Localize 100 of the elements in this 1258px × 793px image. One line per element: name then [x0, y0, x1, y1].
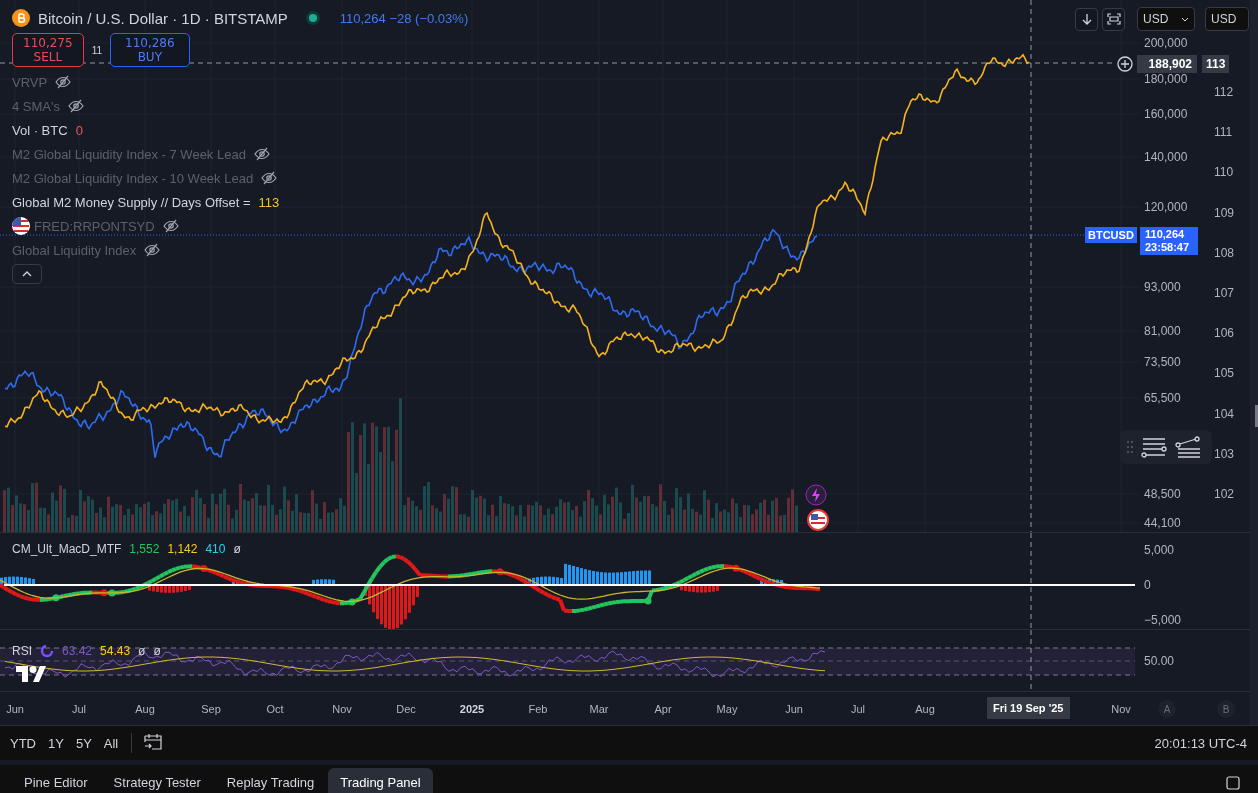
secondary-axis-label: 109 — [1214, 205, 1235, 220]
scrollbar-thumb[interactable] — [1255, 405, 1258, 427]
indicator-value: 1,142 — [167, 542, 198, 556]
flag-icon[interactable] — [807, 509, 829, 531]
time-axis-label: Apr — [654, 702, 672, 715]
indicator-value: 54.43 — [100, 644, 131, 658]
secondary-axis-label: 111 — [1214, 125, 1233, 140]
indicator-name: RSI — [12, 644, 32, 658]
panel-tab[interactable]: Strategy Tester — [101, 768, 213, 793]
price-axis-label: 200,000 — [1144, 36, 1188, 50]
crossover-dot — [732, 564, 740, 572]
crosshair-date: Fri 19 Sep '25 — [987, 697, 1070, 719]
price-axis-label: 48,500 — [1144, 487, 1181, 501]
price-axis-label: 120,000 — [1144, 200, 1188, 214]
hidden-eye-icon[interactable] — [68, 99, 84, 113]
symbol-label: BTCUSD — [1085, 227, 1137, 243]
logo-icon — [16, 666, 46, 682]
panel-tab[interactable]: Pine Editor — [12, 768, 100, 793]
macd-axis-label: −5,000 — [1144, 613, 1182, 627]
download-button[interactable] — [1075, 7, 1098, 31]
time-axis-label: Jul — [850, 702, 866, 715]
arrow-down-icon — [1080, 13, 1093, 25]
secondary-axis-label: 107 — [1214, 286, 1235, 300]
horizontal-lines-icon[interactable] — [1140, 436, 1168, 458]
coin-icon — [12, 9, 30, 27]
clock-time: 20:01:13 UTC-4 — [1154, 735, 1248, 751]
spread-value: 11 — [91, 44, 102, 56]
market-open-icon — [305, 11, 320, 25]
time-axis-label: Aug — [915, 702, 935, 715]
time-axis-label: Nov — [1111, 702, 1131, 715]
time-axis-label: Sep — [201, 702, 221, 715]
indicator-name[interactable]: Global M2 Money Supply // Days Offset = — [12, 194, 251, 210]
range-button[interactable]: All — [98, 731, 124, 755]
secondary-axis-label: 102 — [1214, 487, 1235, 501]
price-axis-label: 180,000 — [1144, 72, 1188, 86]
macd-axis-label: 5,000 — [1144, 543, 1175, 557]
price-axis-label: 140,000 — [1144, 150, 1188, 164]
hidden-eye-icon[interactable] — [144, 243, 161, 257]
indicator-value: 63.42 — [62, 644, 93, 658]
range-button[interactable]: YTD — [5, 731, 41, 755]
collapse-button[interactable] — [12, 264, 42, 284]
range-button[interactable]: 1Y — [43, 731, 69, 755]
panel-tab[interactable]: Replay Trading — [214, 768, 327, 793]
rsi-axis-label: 50.00 — [1144, 654, 1175, 668]
time-axis-label: 2025 — [459, 702, 485, 715]
time-axis-label: Jun — [785, 702, 803, 715]
indicator-value: 113 — [258, 194, 280, 210]
secondary-axis-label: 104 — [1214, 406, 1235, 421]
add-icon[interactable] — [1115, 54, 1135, 74]
time-axis-label: Jul — [71, 702, 87, 715]
indicator-name[interactable]: Vol · BTC — [12, 122, 68, 138]
last-price-label: 110,264 23:58:47 — [1140, 227, 1198, 255]
macd-axis-label: 0 — [1144, 578, 1151, 592]
drag-handle-icon[interactable] — [1126, 440, 1134, 454]
indicator-value: 410 — [205, 542, 226, 556]
price-axis-label: 73,500 — [1144, 355, 1181, 369]
hidden-eye-icon[interactable] — [261, 171, 278, 185]
symbol-title: Bitcoin / U.S. Dollar · 1D · BITSTAMP — [38, 9, 288, 27]
time-axis-label: May — [716, 702, 738, 715]
crossover-dot — [52, 594, 60, 602]
sparkle-icon[interactable] — [805, 484, 827, 506]
hidden-eye-icon[interactable] — [55, 75, 72, 89]
range-button[interactable]: 5Y — [70, 731, 97, 755]
price-axis-label: 81,000 — [1144, 324, 1181, 338]
flag-icon — [12, 217, 30, 235]
crosshair-price: 188,902 — [1137, 55, 1197, 73]
currency-dropdown[interactable]: USD — [1137, 7, 1195, 31]
last-price-change: 110,264 −28 (−0.03%) — [339, 10, 469, 26]
buy-button[interactable]: 110,286 BUY — [110, 33, 190, 67]
indicator-value: ø — [233, 542, 241, 556]
indicator-value: 1,552 — [129, 542, 160, 556]
time-axis-label: Jun — [6, 702, 24, 715]
time-axis-label: Mar — [589, 702, 609, 715]
secondary-axis-label: 112 — [1214, 85, 1234, 99]
calendar-icon — [143, 733, 164, 751]
crossover-dot — [348, 598, 356, 606]
caret-down-icon — [1181, 16, 1189, 22]
sell-button[interactable]: 110,275 SELL — [12, 33, 84, 67]
secondary-axis-label: 108 — [1214, 245, 1235, 260]
panel-tab[interactable]: Trading Panel — [328, 768, 433, 793]
crossover-dot — [644, 597, 652, 605]
secondary-axis-label: 110 — [1214, 165, 1234, 180]
time-axis-label: Aug — [135, 702, 155, 715]
time-axis-label: Dec — [396, 702, 416, 715]
indicator-value: ø — [153, 644, 161, 658]
fullscreen-button[interactable] — [1102, 7, 1125, 31]
indicator-value: ø — [138, 644, 146, 658]
time-axis-label: Oct — [266, 702, 284, 715]
loading-icon — [40, 644, 54, 658]
currency-button[interactable]: USD — [1205, 7, 1249, 31]
indicator-value: 0 — [75, 122, 83, 138]
price-axis-label: 65,500 — [1144, 391, 1181, 405]
price-axis-label: 44,100 — [1144, 516, 1181, 530]
trend-line-icon[interactable] — [1174, 436, 1202, 458]
hidden-eye-icon[interactable] — [162, 219, 179, 233]
secondary-axis-label: 103 — [1214, 446, 1235, 461]
maximize-icon[interactable] — [1226, 776, 1240, 790]
price-axis-label: 160,000 — [1144, 107, 1188, 121]
secondary-axis-label: 106 — [1214, 326, 1235, 341]
hidden-eye-icon[interactable] — [253, 147, 270, 161]
